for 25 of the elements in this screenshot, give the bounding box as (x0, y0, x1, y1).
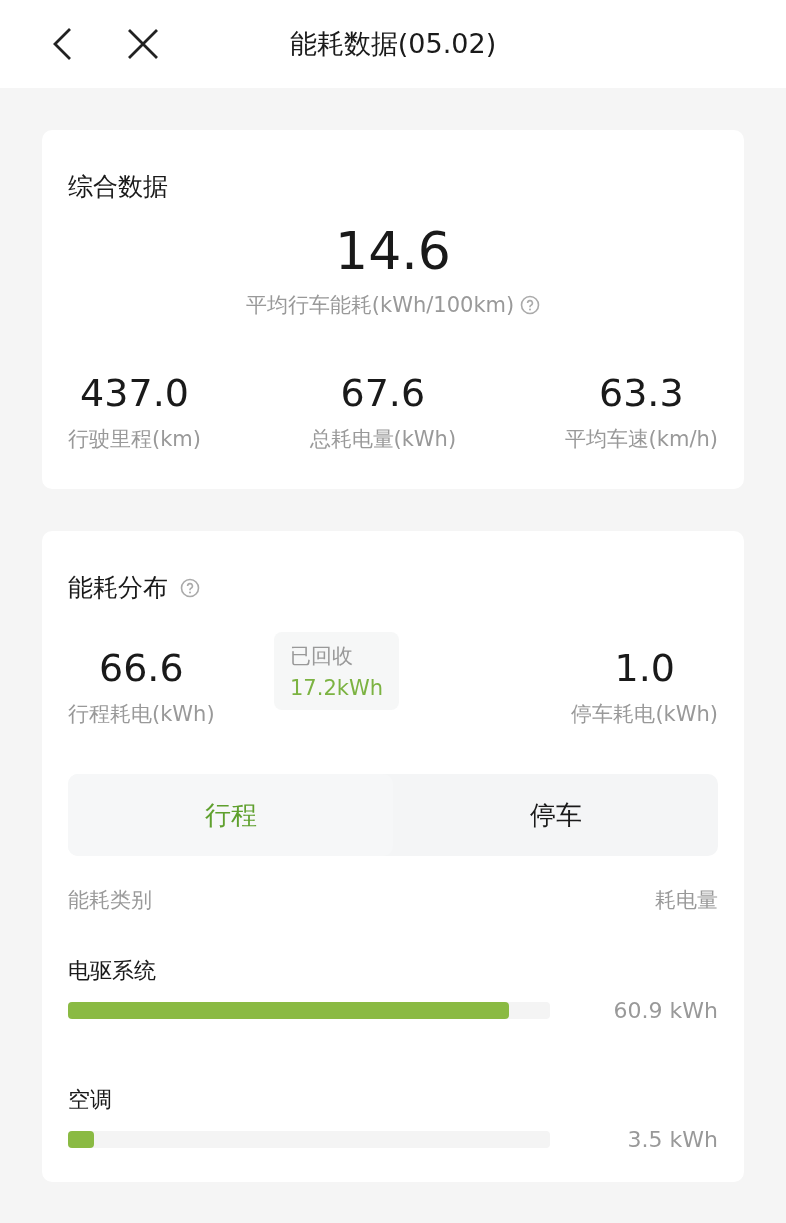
category-label: 空调 (68, 1086, 113, 1114)
stat-label: 平均行车能耗(kWh/100km) (245, 292, 515, 319)
stat-value: 67.6 (340, 371, 426, 415)
stat-label: 行驶里程(km) (68, 426, 201, 453)
stat-label: 总耗电量(kWh) (309, 426, 457, 453)
page-title: 能耗数据(05.02) (289, 27, 497, 61)
category-label: 电驱系统 (68, 957, 157, 985)
stat-value: 1.0 (614, 646, 675, 690)
stat-label: 平均车速(km/h) (564, 426, 718, 453)
stat-label: 行程耗电(kWh) (68, 701, 215, 728)
column-header: 耗电量 (655, 887, 718, 914)
section-title: 综合数据 (68, 171, 169, 203)
close-icon[interactable] (126, 27, 160, 61)
energy-reading: 60.9 kWh (612, 998, 718, 1023)
column-header: 能耗类别 (68, 887, 152, 914)
tab[interactable]: 停车 (393, 774, 718, 856)
stat-value: 63.3 (599, 371, 684, 415)
stat-value: 66.6 (99, 646, 184, 690)
stat-value: 437.0 (80, 371, 189, 415)
stat-value: 14.6 (335, 221, 451, 281)
section-title: 能耗分布 (68, 572, 168, 604)
tooltip-label: 已回收 (290, 643, 354, 670)
tooltip-value: 17.2kWh (290, 676, 383, 700)
stat-label: 停车耗电(kWh) (571, 701, 718, 728)
energy-reading: 3.5 kWh (626, 1127, 718, 1152)
